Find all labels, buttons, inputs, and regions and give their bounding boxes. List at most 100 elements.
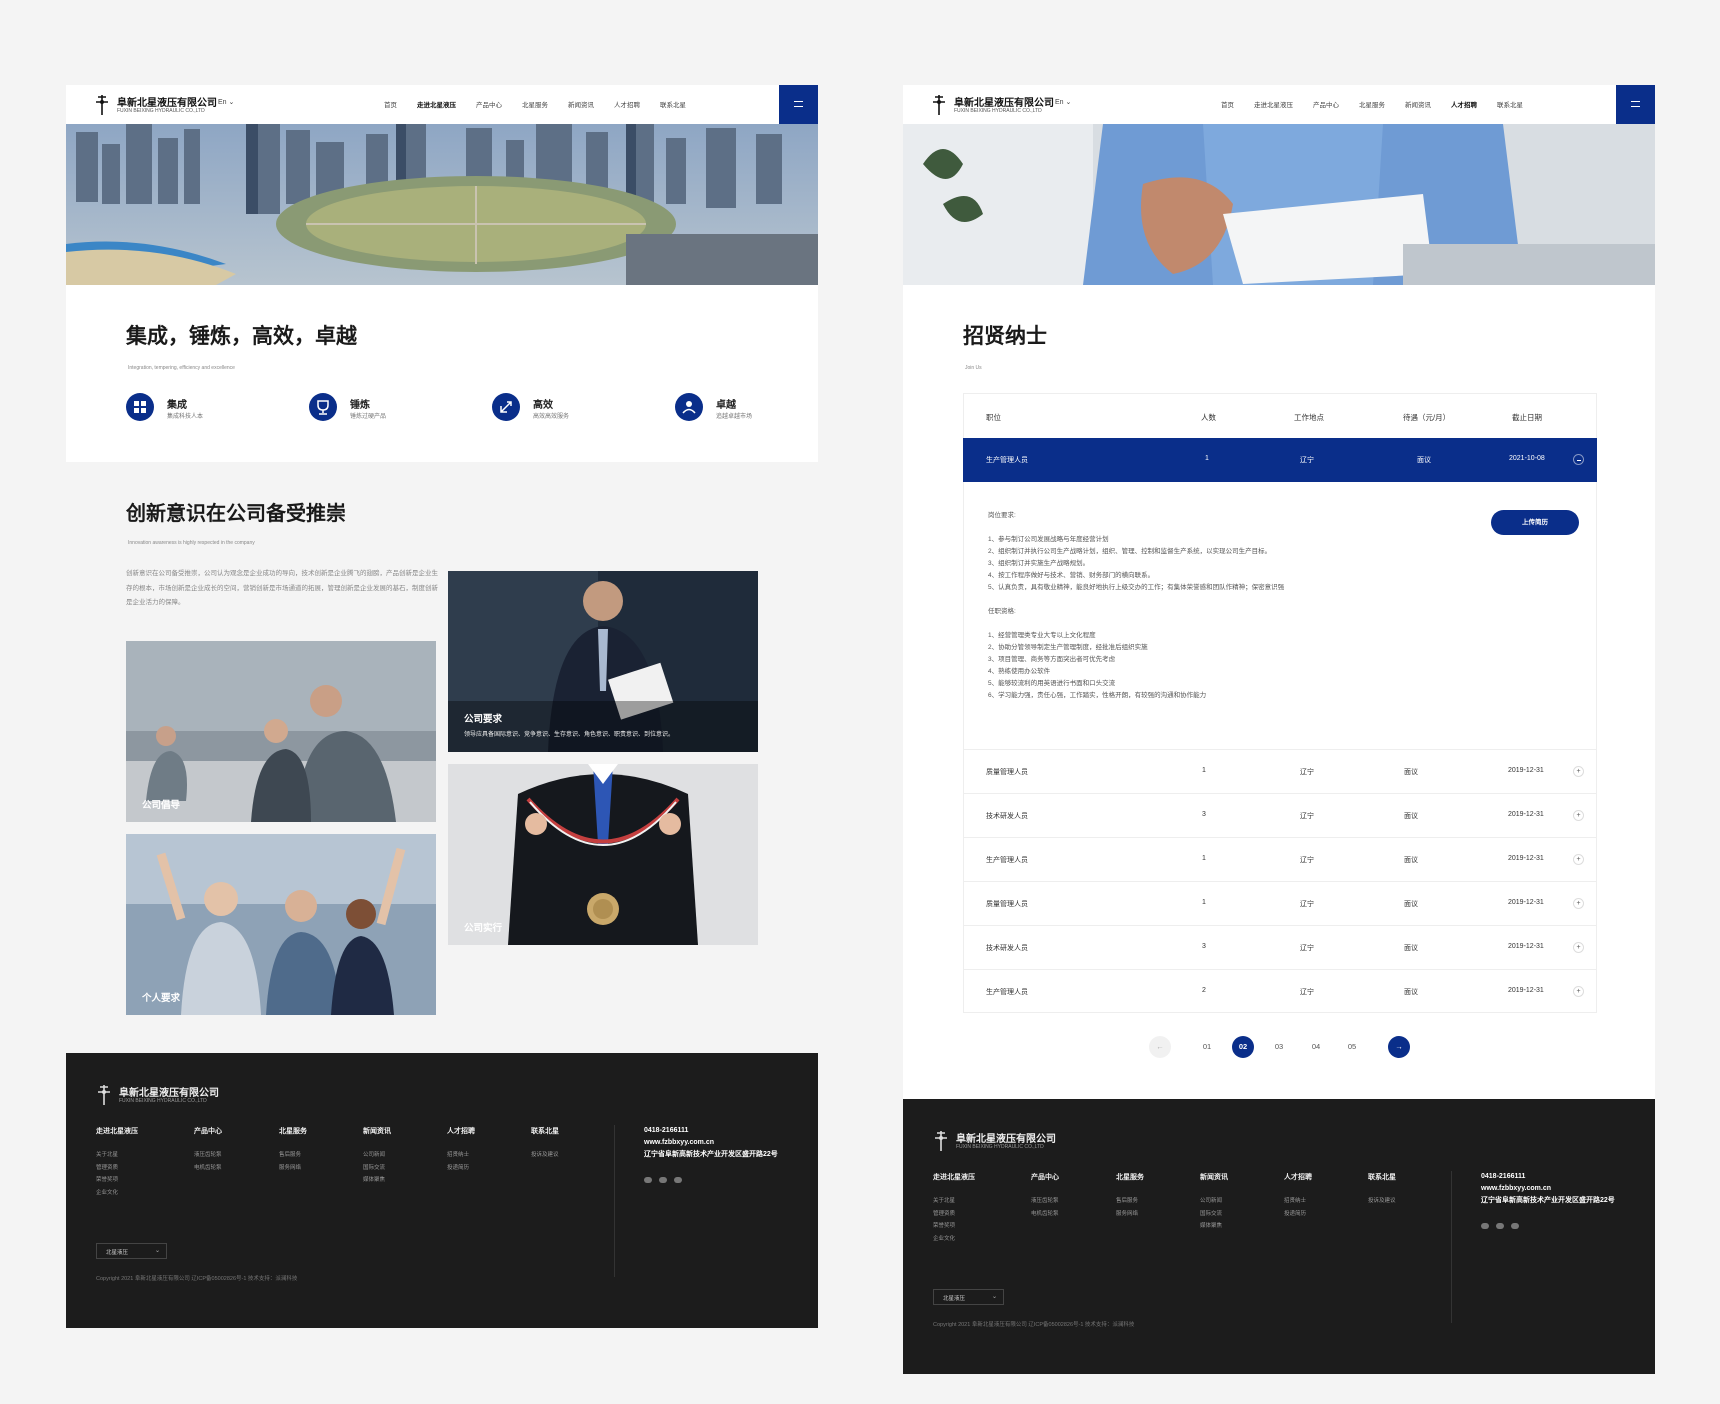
footer-link[interactable]: 投递简历 (447, 1162, 475, 1175)
nav-item-about[interactable]: 走进北星液压 (417, 99, 456, 109)
language-switch[interactable]: En ⌄ (218, 98, 234, 106)
footer-link[interactable]: 服务网络 (1116, 1208, 1144, 1221)
wechat-icon[interactable] (659, 1177, 667, 1183)
footer-logo[interactable]: 阜新北星液压有限公司 FUXIN BEIXING HYDRAULIC CO.,L… (933, 1127, 1056, 1155)
footer-col-title[interactable]: 北星服务 (1116, 1172, 1144, 1182)
nav-item-products[interactable]: 产品中心 (1313, 99, 1339, 109)
footer-link[interactable]: 投诉及建议 (531, 1149, 559, 1162)
table-row[interactable]: 质量管理人员 1 辽宁 面议 2019-12-31 + (963, 749, 1597, 793)
expand-icon[interactable]: + (1573, 898, 1584, 909)
table-row-active[interactable]: 生产管理人员 1 辽宁 面议 2021-10-08 (963, 438, 1597, 482)
menu-button[interactable] (1616, 85, 1655, 124)
expand-icon[interactable]: + (1573, 942, 1584, 953)
footer-link[interactable]: 售后服务 (279, 1149, 307, 1162)
pagination-page-current[interactable]: 02 (1232, 1036, 1254, 1058)
table-row[interactable]: 质量管理人员 1 辽宁 面议 2019-12-31 + (963, 881, 1597, 925)
card-advocate[interactable]: 公司倡导 (126, 641, 436, 822)
cell-salary: 面议 (1417, 457, 1431, 464)
footer-link[interactable]: 投诉及建议 (1368, 1195, 1396, 1208)
language-switch[interactable]: En ⌄ (1055, 98, 1071, 106)
footer-link[interactable]: 管理资质 (96, 1162, 138, 1175)
footer-col-title[interactable]: 人才招聘 (447, 1126, 475, 1136)
table-row[interactable]: 技术研发人员 3 辽宁 面议 2019-12-31 + (963, 925, 1597, 969)
nav-item-service[interactable]: 北星服务 (522, 99, 548, 109)
nav-item-news[interactable]: 新闻资讯 (568, 99, 594, 109)
footer-link[interactable]: 招贤纳士 (447, 1149, 475, 1162)
footer-link[interactable]: 荣誉奖项 (933, 1220, 975, 1233)
footer-link[interactable]: 电机齿轮泵 (194, 1162, 222, 1175)
pagination-next[interactable]: → (1388, 1036, 1410, 1058)
footer-col-title[interactable]: 人才招聘 (1284, 1172, 1312, 1182)
table-row[interactable]: 技术研发人员 3 辽宁 面议 2019-12-31 + (963, 793, 1597, 837)
expand-icon[interactable]: + (1573, 854, 1584, 865)
pagination-page[interactable]: 03 (1268, 1036, 1290, 1058)
footer-link[interactable]: 媒体聚焦 (1200, 1220, 1228, 1233)
logo[interactable]: 阜新北星液压有限公司 FUXIN BEIXING HYDRAULIC CO.,L… (931, 91, 1054, 119)
footer-col-title[interactable]: 联系北星 (1368, 1172, 1396, 1182)
footer-link[interactable]: 关于北星 (933, 1195, 975, 1208)
footer-link[interactable]: 公司新闻 (1200, 1195, 1228, 1208)
footer-link[interactable]: 企业文化 (933, 1233, 975, 1246)
footer-link[interactable]: 媒体聚焦 (363, 1174, 391, 1187)
table-row[interactable]: 生产管理人员 2 辽宁 面议 2019-12-31 + (963, 969, 1597, 1013)
nav-item-service[interactable]: 北星服务 (1359, 99, 1385, 109)
footer-col-title[interactable]: 产品中心 (194, 1126, 222, 1136)
nav-item-contact[interactable]: 联系北星 (660, 99, 686, 109)
footer-col-title[interactable]: 新闻资讯 (363, 1126, 391, 1136)
footer-link[interactable]: 关于北星 (96, 1149, 138, 1162)
nav-item-products[interactable]: 产品中心 (476, 99, 502, 109)
wechat-icon[interactable] (1496, 1223, 1504, 1229)
nav-item-news[interactable]: 新闻资讯 (1405, 99, 1431, 109)
card-personal-requirement[interactable]: 个人要求 (126, 834, 436, 1015)
upload-resume-button[interactable]: 上传简历 (1491, 510, 1579, 535)
footer-col-title[interactable]: 联系北星 (531, 1126, 559, 1136)
footer-site-select[interactable]: 北星液压 ⌄ (933, 1289, 1004, 1305)
footer-col-title[interactable]: 北星服务 (279, 1126, 307, 1136)
menu-button[interactable] (779, 85, 818, 124)
footer-link[interactable]: 国际交流 (363, 1162, 391, 1175)
footer-link[interactable]: 液压齿轮泵 (194, 1149, 222, 1162)
footer-link[interactable]: 管理资质 (933, 1208, 975, 1221)
nav-item-jobs[interactable]: 人才招聘 (614, 99, 640, 109)
pagination-page[interactable]: 04 (1305, 1036, 1327, 1058)
expand-icon[interactable]: + (1573, 766, 1584, 777)
footer-website[interactable]: www.fzbbxyy.com.cn (644, 1137, 778, 1149)
footer-link[interactable]: 投递简历 (1284, 1208, 1312, 1221)
expand-icon[interactable]: + (1573, 986, 1584, 997)
footer-col-title[interactable]: 新闻资讯 (1200, 1172, 1228, 1182)
pagination-page[interactable]: 01 (1196, 1036, 1218, 1058)
footer-link[interactable]: 公司新闻 (363, 1149, 391, 1162)
cell-position: 生产管理人员 (986, 857, 1028, 864)
collapse-icon[interactable] (1573, 454, 1584, 465)
footer-website[interactable]: www.fzbbxyy.com.cn (1481, 1183, 1615, 1195)
footer-site-select[interactable]: 北星液压 ⌄ (96, 1243, 167, 1259)
footer-col-title[interactable]: 走进北星液压 (96, 1126, 138, 1136)
footer-link[interactable]: 招贤纳士 (1284, 1195, 1312, 1208)
card-company-requirement[interactable]: 公司要求 领导应具备国际意识、竞争意识、生存意识、角色意识、职责意识、到位意识。 (448, 571, 758, 752)
footer-logo[interactable]: 阜新北星液压有限公司 FUXIN BEIXING HYDRAULIC CO.,L… (96, 1081, 219, 1109)
footer-link[interactable]: 电机齿轮泵 (1031, 1208, 1059, 1221)
card-company-practice[interactable]: 公司实行 (448, 764, 758, 945)
nav-item-jobs[interactable]: 人才招聘 (1451, 99, 1477, 109)
footer-link[interactable]: 荣誉奖项 (96, 1174, 138, 1187)
footer-link[interactable]: 国际交流 (1200, 1208, 1228, 1221)
qq-icon[interactable] (674, 1177, 682, 1183)
weibo-icon[interactable] (644, 1177, 652, 1183)
pagination-page[interactable]: 05 (1341, 1036, 1363, 1058)
nav-item-home[interactable]: 首页 (384, 99, 397, 109)
pagination-prev[interactable]: ← (1149, 1036, 1171, 1058)
footer-link[interactable]: 服务网络 (279, 1162, 307, 1175)
footer-col-title[interactable]: 走进北星液压 (933, 1172, 975, 1182)
qq-icon[interactable] (1511, 1223, 1519, 1229)
footer-link[interactable]: 售后服务 (1116, 1195, 1144, 1208)
footer-link[interactable]: 企业文化 (96, 1187, 138, 1200)
weibo-icon[interactable] (1481, 1223, 1489, 1229)
nav-item-home[interactable]: 首页 (1221, 99, 1234, 109)
footer-link[interactable]: 液压齿轮泵 (1031, 1195, 1059, 1208)
nav-item-about[interactable]: 走进北星液压 (1254, 99, 1293, 109)
nav-item-contact[interactable]: 联系北星 (1497, 99, 1523, 109)
footer-col-title[interactable]: 产品中心 (1031, 1172, 1059, 1182)
logo[interactable]: 阜新北星液压有限公司 FUXIN BEIXING HYDRAULIC CO.,L… (94, 91, 217, 119)
table-row[interactable]: 生产管理人员 1 辽宁 面议 2019-12-31 + (963, 837, 1597, 881)
expand-icon[interactable]: + (1573, 810, 1584, 821)
